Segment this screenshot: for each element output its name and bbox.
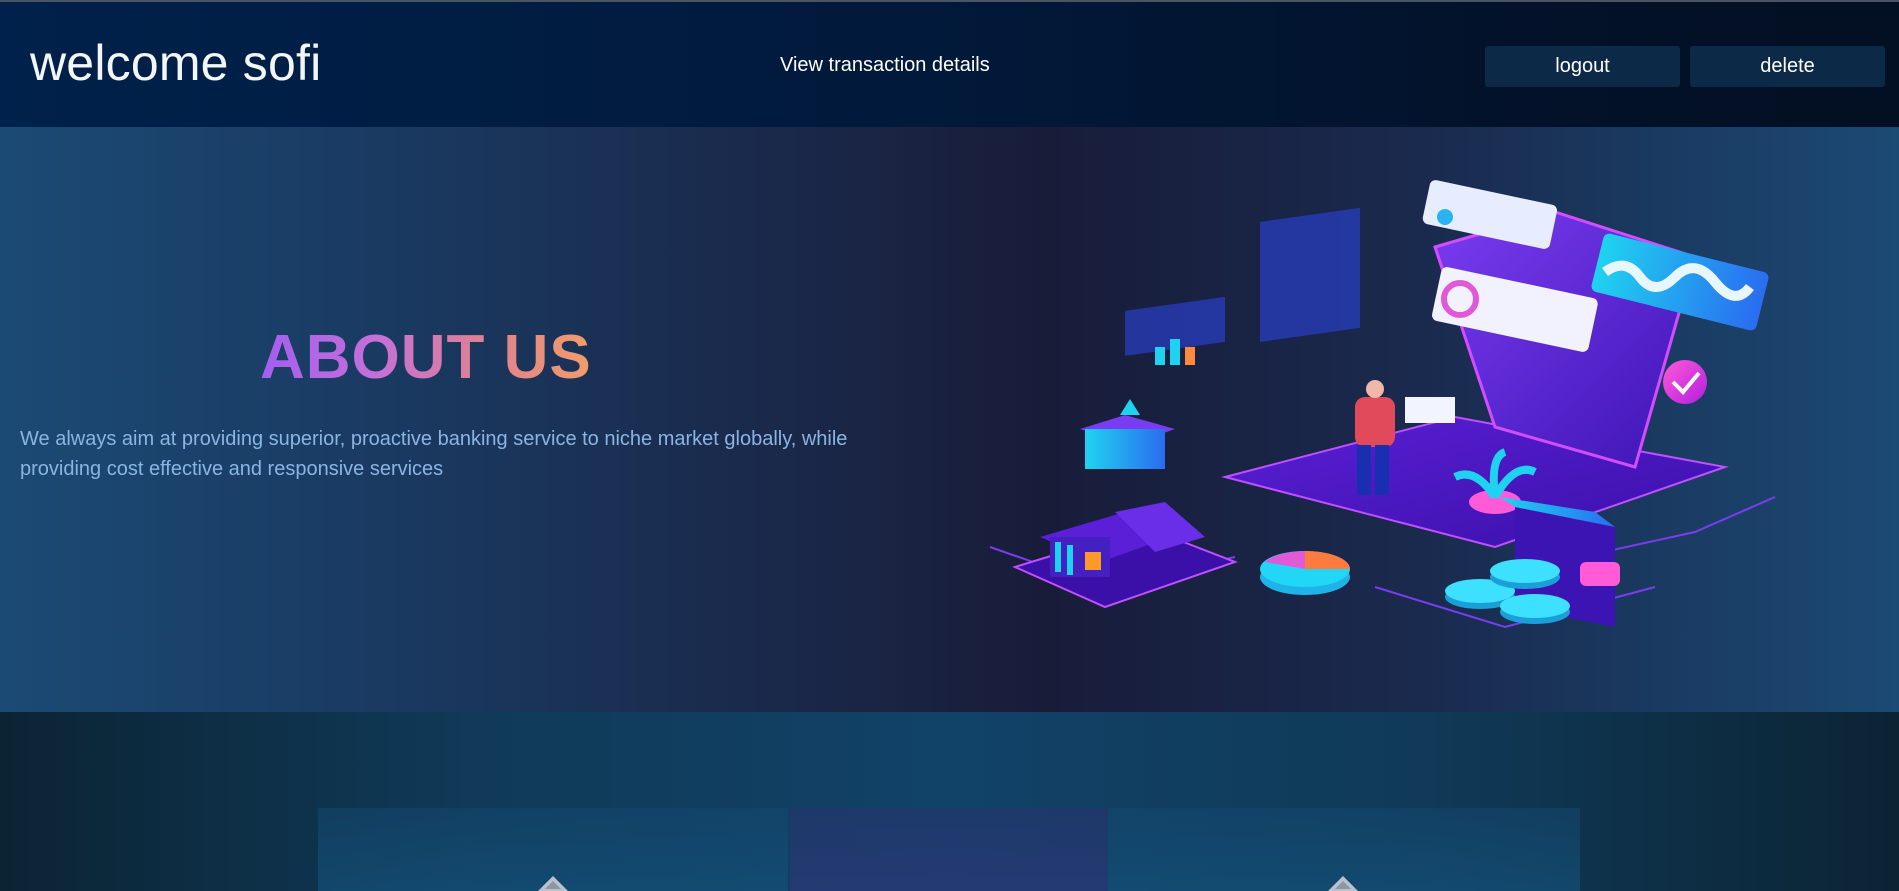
house-icon <box>538 876 568 891</box>
features-section <box>0 712 1899 891</box>
feature-card <box>790 808 1108 891</box>
view-transactions-link[interactable]: View transaction details <box>780 54 990 77</box>
about-description: We always aim at providing superior, pro… <box>20 428 848 480</box>
feature-card <box>1108 808 1580 891</box>
navbar: welcome sofi View transaction details lo… <box>0 2 1899 127</box>
about-section: ABOUT US We always aim at providing supe… <box>0 127 1899 712</box>
delete-button[interactable]: delete <box>1690 46 1885 87</box>
feature-card <box>318 808 788 891</box>
welcome-heading: welcome sofi <box>30 35 322 91</box>
house-icon <box>1328 876 1358 891</box>
about-title: ABOUT US <box>260 323 592 392</box>
logout-button[interactable]: logout <box>1485 46 1680 87</box>
banking-illustration <box>989 180 1776 629</box>
